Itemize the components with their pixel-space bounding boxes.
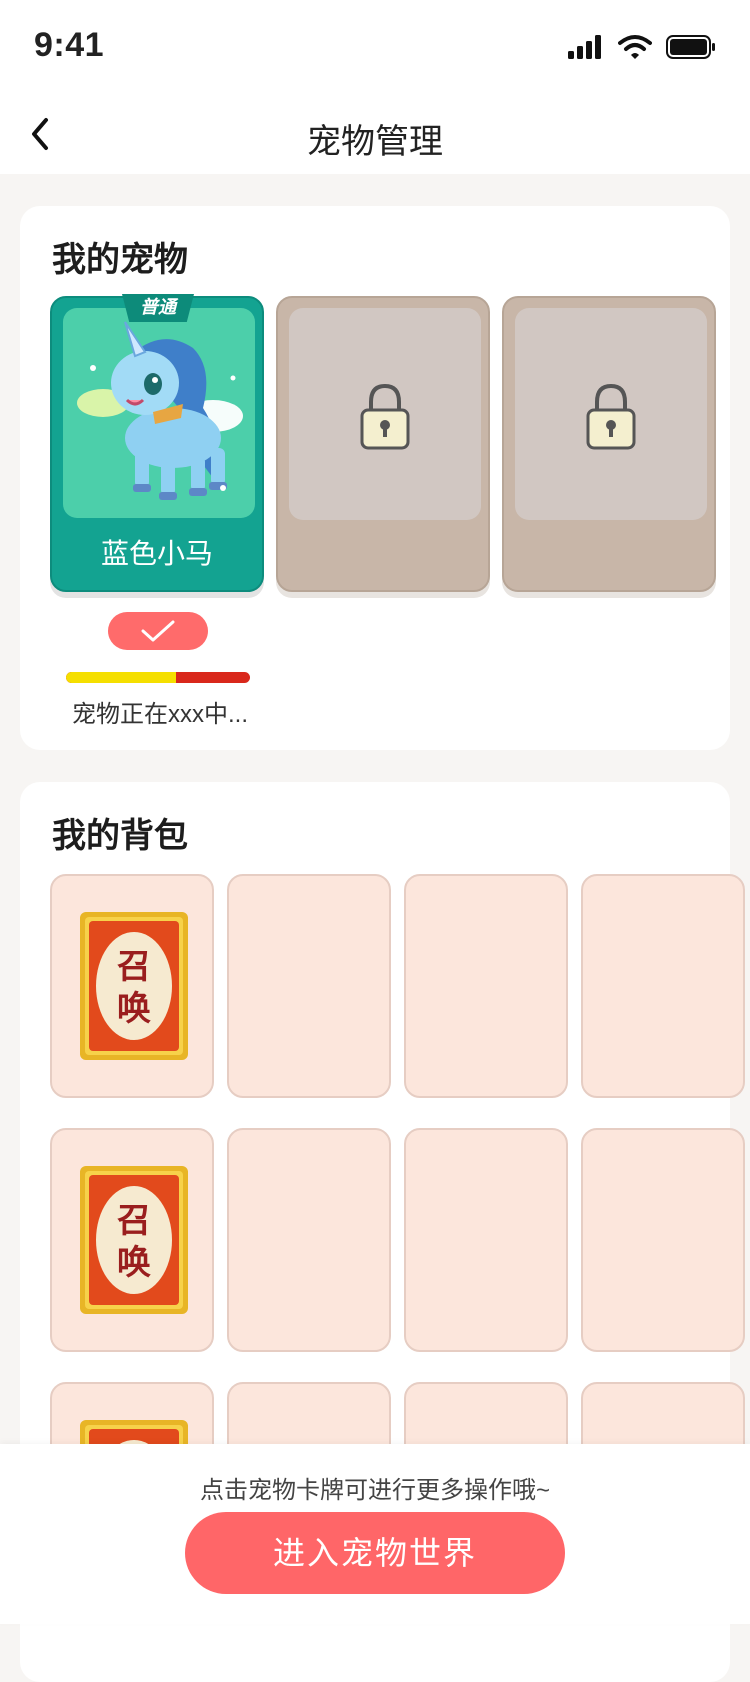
pet-progress-fill xyxy=(66,672,177,683)
signal-icon xyxy=(568,35,601,59)
pet-slot-locked[interactable] xyxy=(276,296,490,592)
backpack-slot[interactable] xyxy=(227,1128,391,1352)
summon-card-text-bottom: 唤 xyxy=(117,1243,151,1283)
backpack-title: 我的背包 xyxy=(52,817,188,855)
backpack-slot[interactable] xyxy=(581,1128,745,1352)
backpack-slot[interactable] xyxy=(404,1128,568,1352)
pet-card-active[interactable]: 普通 蓝色小马 xyxy=(50,294,264,592)
hint-text: 点击宠物卡牌可进行更多操作哦~ xyxy=(199,1477,550,1504)
backpack-slot[interactable] xyxy=(404,874,568,1098)
backpack-slot[interactable]: 召唤 xyxy=(50,1128,214,1352)
battery-icon xyxy=(666,35,715,59)
wifi-icon xyxy=(618,35,652,59)
backpack-slot[interactable] xyxy=(227,874,391,1098)
check-icon xyxy=(141,620,175,642)
pet-name: 蓝色小马 xyxy=(100,538,213,569)
pet-tier-badge: 普通 xyxy=(122,294,194,322)
status-bar: 9:41 xyxy=(0,0,750,96)
lock-icon xyxy=(586,383,636,450)
pet-status-text: 宠物正在xxx中... xyxy=(72,701,249,728)
status-time: 9:41 xyxy=(34,26,105,64)
pet-slot-locked[interactable] xyxy=(502,296,716,592)
page-title: 宠物管理 xyxy=(307,123,443,161)
bottom-bar: 点击宠物卡牌可进行更多操作哦~ 进入宠物世界 xyxy=(0,1444,750,1624)
summon-card-item: 召唤 xyxy=(80,912,188,1060)
summon-card-text-top: 召 xyxy=(117,1201,151,1241)
summon-card-item: 召唤 xyxy=(80,1166,188,1314)
locked-slot-panel xyxy=(289,308,481,520)
pet-progress-bar xyxy=(66,672,250,683)
nav-bar: 宠物管理 xyxy=(0,96,750,174)
summon-card-text-bottom: 唤 xyxy=(117,989,151,1029)
backpack-slot[interactable]: 召唤 xyxy=(50,874,214,1098)
backpack-slot[interactable] xyxy=(581,874,745,1098)
pet-portrait xyxy=(63,308,255,518)
summon-card-text-top: 召 xyxy=(117,947,151,987)
my-pets-title: 我的宠物 xyxy=(52,241,188,279)
status-icons xyxy=(568,34,716,60)
lock-icon xyxy=(360,383,410,450)
enter-pet-world-button[interactable]: 进入宠物世界 xyxy=(185,1512,565,1594)
selected-check-button[interactable] xyxy=(108,612,208,650)
locked-slot-panel xyxy=(515,308,707,520)
unicorn-pet-illustration xyxy=(77,321,243,500)
